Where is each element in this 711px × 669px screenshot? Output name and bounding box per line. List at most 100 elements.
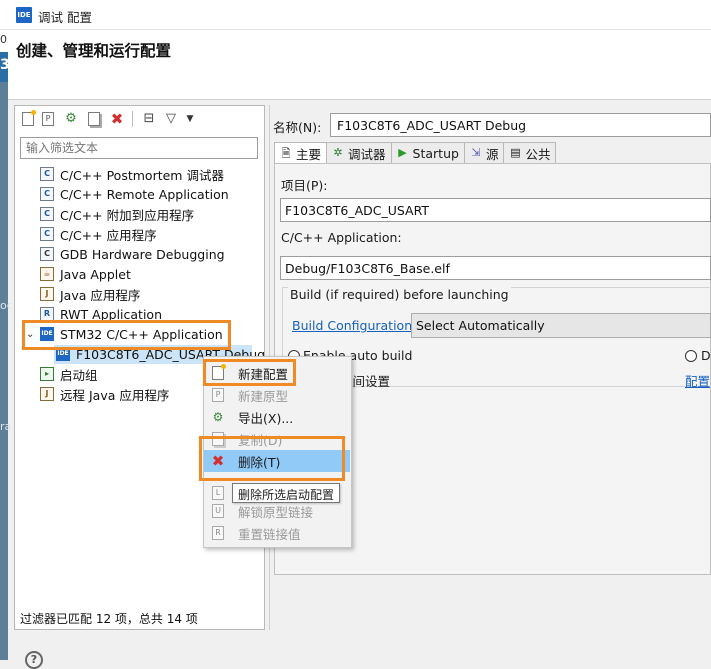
tab-common[interactable]: ▤ 公共 (503, 142, 557, 163)
tab-label: Startup (412, 145, 459, 161)
tree-item-label: C/C++ Remote Application (60, 186, 229, 202)
tree-item-label: Java Applet (60, 266, 131, 282)
tab-source[interactable]: ⇲ 源 (463, 142, 505, 163)
link-prototype-icon: L (210, 485, 226, 501)
tab-label: 调试器 (348, 146, 386, 162)
reset-link-icon: R (210, 525, 226, 541)
main-tab-icon: 🗎 (281, 146, 291, 160)
c-config-icon: C (40, 187, 54, 201)
application-input[interactable] (280, 256, 711, 280)
title-bar (0, 0, 711, 30)
c-config-icon: C (40, 167, 54, 181)
ide-config-icon: IDE (40, 327, 54, 341)
disable-auto-build-radio[interactable] (685, 350, 697, 362)
configure-link[interactable]: 配置 (685, 371, 710, 390)
launch-group-icon: ▸ (40, 367, 54, 381)
tree-item-label: C/C++ 附加到应用程序 (60, 207, 195, 223)
menu-item-export[interactable]: ⚙ 导出(X)... (204, 406, 350, 428)
tree-item-label: 远程 Java 应用程序 (60, 387, 170, 403)
view-menu-icon[interactable]: ▼ (184, 111, 196, 127)
delete-icon[interactable]: ✖ (109, 111, 125, 127)
tab-debugger[interactable]: ✲ 调试器 (326, 142, 392, 163)
tree-item-java-app[interactable]: J Java 应用程序 (40, 284, 140, 304)
duplicate-icon (210, 431, 226, 447)
tab-label: 主要 (296, 147, 322, 162)
build-group-label: Build (if required) before launching (288, 287, 511, 302)
build-configuration-select[interactable]: Select Automatically (411, 313, 711, 338)
chevron-down-icon[interactable]: ⌄ (26, 329, 34, 340)
java-app-icon: J (40, 287, 54, 301)
name-label: 名称(N): (273, 120, 322, 135)
menu-item-label: 删除(T) (238, 454, 281, 470)
remote-java-icon: J (40, 387, 54, 401)
dialog-footer (8, 633, 711, 660)
filter-icon[interactable]: ▽ (163, 111, 179, 127)
tree-item-cpp-app[interactable]: C C/C++ 应用程序 (40, 224, 157, 244)
new-prototype-icon: P (210, 387, 226, 403)
disable-auto-build-label: D (701, 348, 711, 363)
page-title: 创建、管理和运行配置 (16, 42, 172, 60)
menu-item-label: 新建原型 (238, 388, 289, 404)
tooltip: 删除所选启动配置 (232, 483, 341, 503)
export-icon[interactable]: ⚙ (63, 111, 79, 127)
menu-item-delete[interactable]: ✖ 删除(T) (204, 450, 350, 472)
edge-fragment: ra (0, 420, 12, 433)
tree-item-gdb-hardware[interactable]: C GDB Hardware Debugging (40, 244, 225, 264)
toolbar-separator (132, 111, 133, 127)
tab-main[interactable]: 🗎 主要 (274, 142, 328, 164)
tree-item-remote-java[interactable]: J 远程 Java 应用程序 (40, 384, 169, 404)
common-tab-icon: ▤ (510, 146, 521, 159)
tree-item-cpp-attach[interactable]: C C/C++ 附加到应用程序 (40, 204, 194, 224)
application-label: C/C++ Application: (281, 230, 402, 245)
tree-item-label: GDB Hardware Debugging (60, 246, 225, 262)
menu-item-unlink-prototype[interactable]: U 解锁原型链接 (204, 500, 350, 522)
source-tab-icon: ⇲ (471, 146, 481, 159)
delete-icon: ✖ (211, 452, 225, 470)
new-config-icon (210, 364, 226, 381)
export-icon: ⚙ (212, 410, 224, 424)
debugger-tab-icon: ✲ (333, 146, 343, 159)
menu-item-label: 导出(X)... (238, 410, 294, 426)
tree-item-cpp-remote[interactable]: C C/C++ Remote Application (40, 184, 229, 204)
java-applet-icon: ☕ (40, 267, 54, 281)
tree-item-label: Java 应用程序 (60, 287, 141, 303)
tree-item-label: C/C++ Postmortem 调试器 (60, 167, 224, 183)
build-configuration-link[interactable]: Build Configuration: (292, 318, 416, 333)
tab-label: 源 (485, 146, 499, 162)
ide-config-icon: IDE (56, 347, 70, 361)
new-prototype-icon[interactable]: P (40, 111, 56, 127)
tree-item-rwt-app[interactable]: R RWT Application (40, 304, 162, 324)
window-title: 调试 配置 (38, 10, 92, 25)
menu-item-label: 解锁原型链接 (238, 504, 314, 520)
menu-item-duplicate[interactable]: 复制(D) (204, 428, 350, 450)
c-config-icon: C (40, 227, 54, 241)
menu-item-new-prototype[interactable]: P 新建原型 (204, 384, 350, 406)
c-config-icon: C (40, 207, 54, 221)
filter-status: 过滤器已匹配 12 项，总共 14 项 (20, 612, 198, 626)
collapse-all-icon[interactable]: ⊟ (141, 111, 157, 127)
config-tabs: 🗎 主要 ✲ 调试器 ▶ Startup ⇲ 源 ▤ 公共 (274, 142, 557, 164)
tree-item-label: C/C++ 应用程序 (60, 227, 157, 243)
tree-item-stm32-app[interactable]: IDE STM32 C/C++ Application (40, 324, 223, 344)
config-name-input[interactable] (330, 113, 711, 137)
help-icon[interactable]: ? (25, 651, 43, 669)
menu-item-new-config[interactable]: 新建配置 (204, 362, 350, 384)
rwt-icon: R (40, 307, 54, 321)
tab-startup[interactable]: ▶ Startup (390, 142, 465, 163)
tree-item-cpp-postmortem[interactable]: C C/C++ Postmortem 调试器 (40, 164, 224, 184)
filter-input[interactable] (20, 137, 258, 159)
menu-item-reset-link[interactable]: R 重置链接值 (204, 522, 350, 544)
edge-fragment: oc (0, 299, 13, 312)
project-input[interactable] (280, 198, 711, 222)
menu-item-label: 重置链接值 (238, 526, 301, 542)
startup-tab-icon: ▶ (398, 146, 407, 159)
new-launch-config-icon[interactable] (20, 110, 36, 127)
tree-item-launch-group[interactable]: ▸ 启动组 (40, 364, 98, 384)
tree-item-label: STM32 C/C++ Application (60, 326, 223, 342)
tree-item-java-applet[interactable]: ☕ Java Applet (40, 264, 131, 284)
tree-item-label: 启动组 (60, 367, 98, 383)
menu-item-label: 新建配置 (238, 366, 289, 382)
duplicate-icon[interactable] (86, 111, 102, 127)
unlink-prototype-icon: U (210, 503, 226, 519)
menu-item-label: 复制(D) (238, 432, 283, 448)
